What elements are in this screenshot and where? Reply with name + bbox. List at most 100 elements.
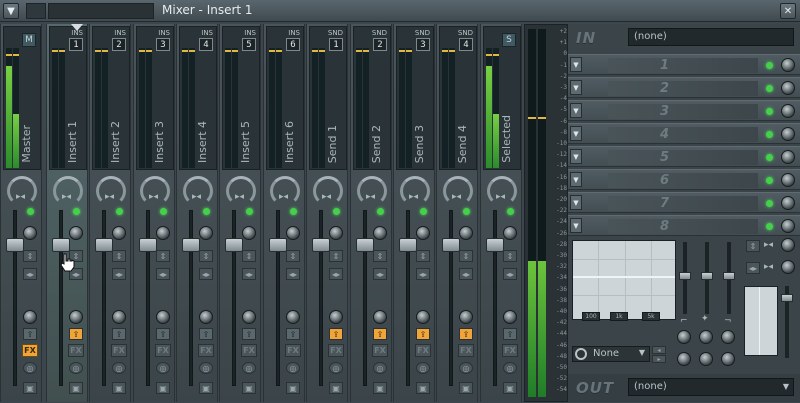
slot-enable-led[interactable]: [766, 200, 773, 207]
strip-header[interactable]: SND 3 Send 3: [396, 26, 434, 170]
swap-updown-button[interactable]: ⇕: [416, 250, 430, 262]
stereo-separation-knob[interactable]: [416, 226, 430, 240]
output-select[interactable]: (none) ▼: [628, 378, 794, 396]
mixer-strip[interactable]: INS 1 Insert 1 ▸◂ ⇕ ◂▸ ⇪ FX ◎ ▣: [46, 24, 88, 402]
volume-fader-cap[interactable]: [139, 238, 157, 252]
slot-menu-arrow-icon[interactable]: ▼: [570, 195, 582, 210]
record-arm-button[interactable]: ◎: [156, 362, 170, 374]
strip-enable-led[interactable]: [27, 208, 34, 215]
swap-lr-button[interactable]: ◂▸: [373, 268, 387, 280]
record-arm-button[interactable]: ◎: [112, 362, 126, 374]
stereo-separation-knob[interactable]: [373, 226, 387, 240]
swap-updown-button[interactable]: ⇕: [459, 250, 473, 262]
save-disk-icon[interactable]: ▣: [69, 382, 83, 394]
volume-fader-cap[interactable]: [486, 238, 504, 252]
close-button[interactable]: ✕: [780, 3, 796, 19]
record-arm-button[interactable]: ◎: [286, 362, 300, 374]
record-arm-button[interactable]: ◎: [416, 362, 430, 374]
mixer-strip[interactable]: SND 2 Send 2 ▸◂ ⇕ ◂▸ ⇪ FX ◎ ▣: [350, 24, 392, 402]
send-level-knob[interactable]: [69, 310, 83, 324]
swap-updown-button[interactable]: ⇕: [286, 250, 300, 262]
swap-lr-button[interactable]: ◂▸: [459, 268, 473, 280]
slot-menu-arrow-icon[interactable]: ▼: [570, 126, 582, 141]
slot-mix-knob[interactable]: [781, 173, 795, 187]
swap-lr-button[interactable]: ◂▸: [329, 268, 343, 280]
save-disk-icon[interactable]: ▣: [459, 382, 473, 394]
fx-enable-button[interactable]: FX: [198, 344, 214, 357]
panel-knob-2[interactable]: [781, 260, 795, 274]
stereo-separation-knob[interactable]: [329, 226, 343, 240]
fx-enable-button[interactable]: FX: [415, 344, 431, 357]
fx-enable-button[interactable]: FX: [328, 344, 344, 357]
swap-updown-button[interactable]: ⇕: [156, 250, 170, 262]
volume-fader[interactable]: [13, 210, 17, 386]
send-level-knob[interactable]: [416, 310, 430, 324]
eq-mid-bw-knob[interactable]: [699, 352, 713, 366]
stereo-separation-knob[interactable]: [23, 226, 37, 240]
send-switch-button[interactable]: ⇪: [199, 328, 213, 340]
slot-mix-knob[interactable]: [781, 81, 795, 95]
panel-updown-button[interactable]: ⇕: [746, 240, 760, 252]
strip-enable-led[interactable]: [290, 208, 297, 215]
strip-header[interactable]: S Selected: [483, 26, 521, 170]
slot-menu-arrow-icon[interactable]: ▼: [570, 149, 582, 164]
stereo-separation-knob[interactable]: [156, 226, 170, 240]
strip-enable-led[interactable]: [333, 208, 340, 215]
eq-high-fader-cap[interactable]: [723, 272, 735, 280]
volume-fader[interactable]: [363, 210, 367, 386]
preset-select[interactable]: None ▼: [572, 346, 650, 362]
mixer-strip[interactable]: INS 6 Insert 6 ▸◂ ⇕ ◂▸ ⇪ FX ◎ ▣: [263, 24, 305, 402]
send-switch-button[interactable]: ⇪: [69, 328, 83, 340]
stereo-separation-knob[interactable]: [459, 226, 473, 240]
strip-header[interactable]: INS 6 Insert 6: [266, 26, 304, 170]
swap-lr-button[interactable]: ◂▸: [242, 268, 256, 280]
fx-enable-button[interactable]: FX: [285, 344, 301, 357]
send-level-knob[interactable]: [459, 310, 473, 324]
swap-updown-button[interactable]: ⇕: [199, 250, 213, 262]
slot-mix-knob[interactable]: [781, 127, 795, 141]
send-switch-button[interactable]: ⇪: [23, 328, 37, 340]
record-arm-button[interactable]: ◎: [329, 362, 343, 374]
save-disk-icon[interactable]: ▣: [242, 382, 256, 394]
slot-enable-led[interactable]: [766, 154, 773, 161]
slot-menu-arrow-icon[interactable]: ▼: [570, 57, 582, 72]
preset-next-button[interactable]: ▸: [652, 355, 666, 363]
volume-fader[interactable]: [102, 210, 106, 386]
send-switch-button[interactable]: ⇪: [373, 328, 387, 340]
mixer-strip[interactable]: S Selected ▸◂ ⇕ ◂▸ ⇪ FX ◎ ▣: [480, 24, 522, 402]
strip-enable-led[interactable]: [377, 208, 384, 215]
swap-lr-button[interactable]: ◂▸: [23, 268, 37, 280]
slot-menu-arrow-icon[interactable]: ▼: [570, 80, 582, 95]
strip-enable-led[interactable]: [420, 208, 427, 215]
swap-lr-button[interactable]: ◂▸: [156, 268, 170, 280]
send-level-knob[interactable]: [286, 310, 300, 324]
send-level-knob[interactable]: [23, 310, 37, 324]
record-arm-button[interactable]: ◎: [503, 362, 517, 374]
fx-slot[interactable]: ▼ 7: [568, 192, 800, 213]
stereo-separation-knob[interactable]: [286, 226, 300, 240]
swap-updown-button[interactable]: ⇕: [503, 250, 517, 262]
volume-fader-cap[interactable]: [52, 238, 70, 252]
slot-menu-arrow-icon[interactable]: ▼: [570, 103, 582, 118]
strip-header[interactable]: INS 3 Insert 3: [136, 26, 174, 170]
volume-fader-cap[interactable]: [356, 238, 374, 252]
record-arm-button[interactable]: ◎: [69, 362, 83, 374]
mixer-strip[interactable]: M Master ▸◂ ⇕ ◂▸ ⇪ FX ◎ ▣: [0, 24, 42, 402]
fx-slot[interactable]: ▼ 5: [568, 146, 800, 167]
strip-header[interactable]: SND 1 Send 1: [309, 26, 347, 170]
stereo-separation-knob[interactable]: [242, 226, 256, 240]
volume-fader-cap[interactable]: [225, 238, 243, 252]
strip-number[interactable]: 2: [373, 38, 387, 51]
strip-enable-led[interactable]: [203, 208, 210, 215]
fx-enable-button[interactable]: FX: [502, 344, 518, 357]
slot-mix-knob[interactable]: [781, 58, 795, 72]
strip-enable-led[interactable]: [463, 208, 470, 215]
swap-updown-button[interactable]: ⇕: [373, 250, 387, 262]
preset-prev-button[interactable]: ◂: [652, 346, 666, 354]
fx-slot[interactable]: ▼ 3: [568, 100, 800, 121]
save-disk-icon[interactable]: ▣: [23, 382, 37, 394]
volume-fader-cap[interactable]: [182, 238, 200, 252]
fx-enable-button[interactable]: FX: [155, 344, 171, 357]
stereo-separation-knob[interactable]: [199, 226, 213, 240]
input-select[interactable]: (none): [628, 28, 794, 46]
